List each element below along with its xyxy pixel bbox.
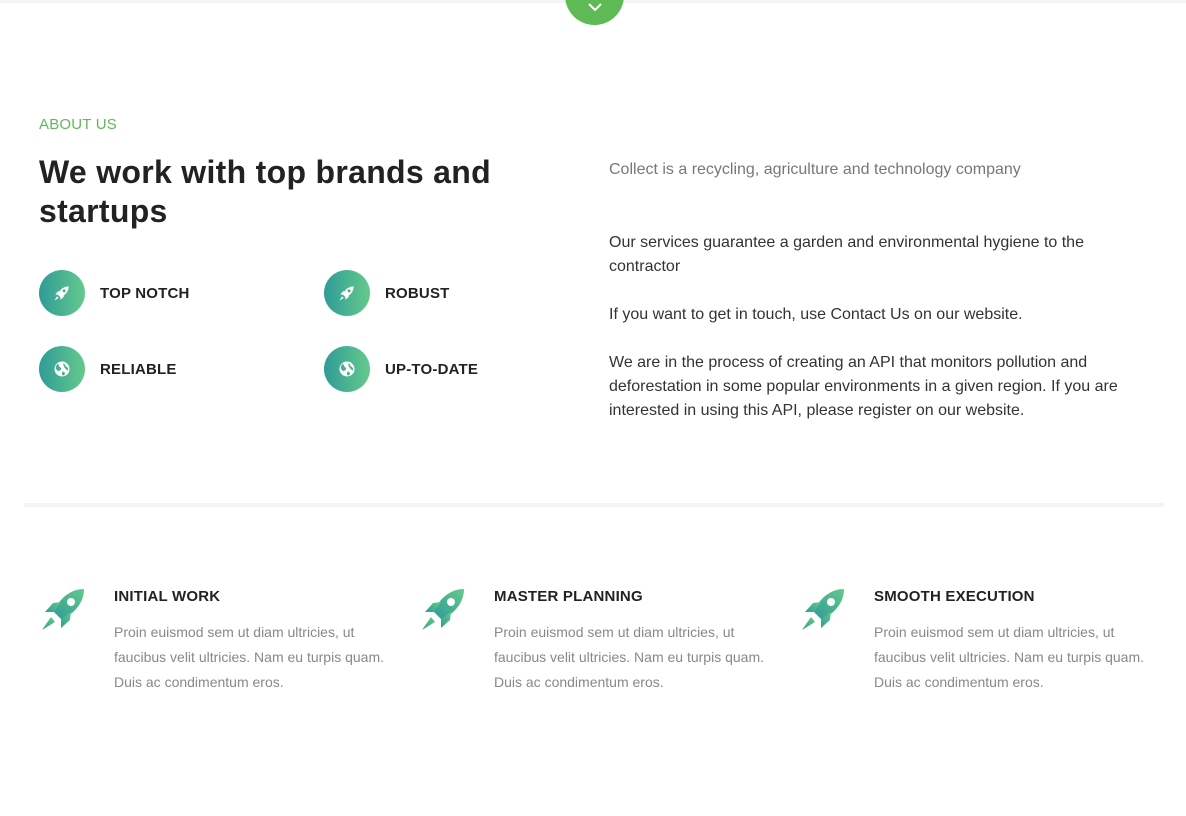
service-title: INITIAL WORK — [114, 588, 221, 605]
about-paragraph: We are in the process of creating an API… — [609, 354, 1118, 419]
rocket-icon — [422, 589, 464, 630]
rocket-icon — [39, 270, 85, 316]
rocket-icon — [42, 589, 84, 630]
feature-grid: TOP NOTCH ROBUST RELIABLE UP-TO-DATE — [39, 270, 579, 410]
about-description: Collect is a recycling, agriculture and … — [609, 158, 1149, 423]
service-text: Proin euismod sem ut diam ultricies, ut … — [874, 624, 1144, 690]
about-lead: Collect is a recycling, agriculture and … — [609, 161, 1021, 178]
rocket-icon — [802, 589, 844, 630]
service-title: SMOOTH EXECUTION — [874, 588, 1035, 605]
section-eyebrow: ABOUT US — [39, 116, 118, 133]
feature-item: TOP NOTCH — [39, 270, 190, 316]
feature-label: RELIABLE — [100, 360, 177, 378]
about-section: ABOUT US We work with top brands and sta… — [39, 116, 1149, 419]
about-paragraph: If you want to get in touch, use Contact… — [609, 306, 1023, 323]
service-text: Proin euismod sem ut diam ultricies, ut … — [494, 624, 764, 690]
rocket-icon — [324, 270, 370, 316]
service-title: MASTER PLANNING — [494, 588, 643, 605]
services-section: INITIAL WORK Proin euismod sem ut diam u… — [39, 586, 1149, 706]
about-paragraph: Our services guarantee a garden and envi… — [609, 234, 1084, 275]
scroll-down-button[interactable] — [565, 0, 624, 25]
feature-item: RELIABLE — [39, 346, 177, 392]
feature-item: UP-TO-DATE — [324, 346, 478, 392]
service-text: Proin euismod sem ut diam ultricies, ut … — [114, 624, 384, 690]
about-headline: We work with top brands and startups — [39, 154, 491, 229]
feature-item: ROBUST — [324, 270, 450, 316]
section-divider — [24, 503, 1164, 507]
feature-label: UP-TO-DATE — [385, 360, 479, 378]
globe-icon — [324, 346, 370, 392]
feature-label: ROBUST — [385, 284, 450, 302]
chevron-down-icon — [587, 3, 602, 11]
feature-label: TOP NOTCH — [100, 284, 190, 302]
globe-icon — [39, 346, 85, 392]
